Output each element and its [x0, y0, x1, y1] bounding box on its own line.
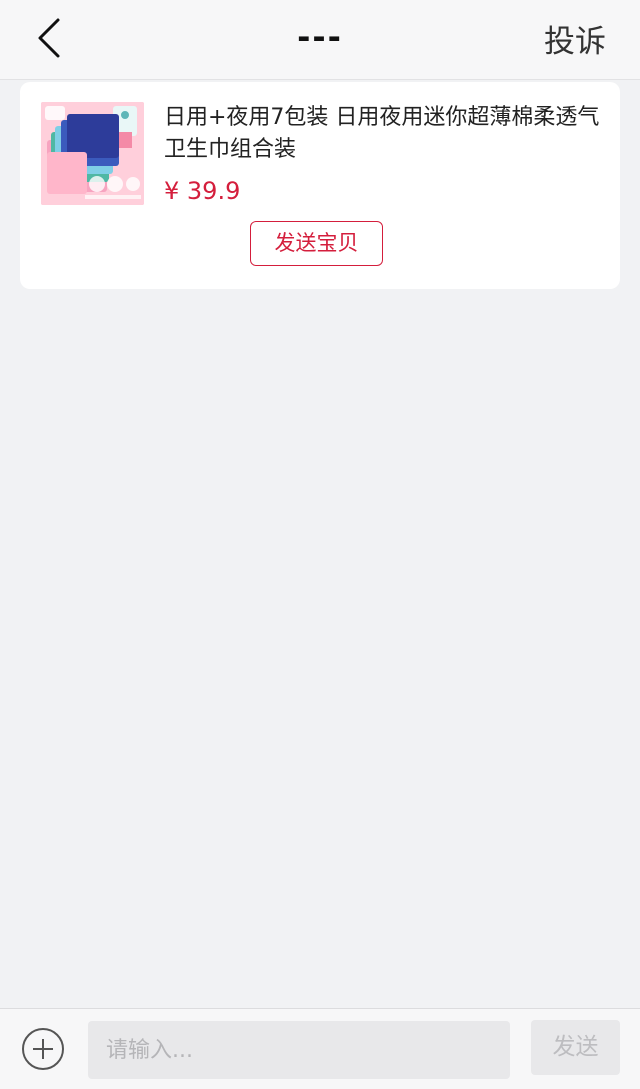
send-item-button[interactable]: 发送宝贝 — [250, 221, 383, 266]
message-input-bar: 发送 — [0, 1008, 640, 1089]
add-attachment-button[interactable] — [21, 1027, 65, 1071]
message-input[interactable] — [88, 1021, 510, 1079]
report-button[interactable]: 投诉 — [544, 16, 606, 61]
product-image[interactable] — [41, 102, 144, 205]
product-price: ¥ 39.9 — [164, 177, 241, 205]
product-image-icon — [41, 102, 144, 205]
plus-circle-icon — [22, 1028, 64, 1070]
top-navigation-bar: --- 投诉 — [0, 0, 640, 80]
product-title[interactable]: 日用+夜用7包装 日用夜用迷你超薄棉柔透气卫生巾组合装 — [164, 102, 604, 166]
chat-message-area[interactable] — [0, 300, 640, 1008]
send-button[interactable]: 发送 — [531, 1020, 620, 1075]
product-card: 日用+夜用7包装 日用夜用迷你超薄棉柔透气卫生巾组合装 ¥ 39.9 发送宝贝 — [20, 82, 620, 289]
